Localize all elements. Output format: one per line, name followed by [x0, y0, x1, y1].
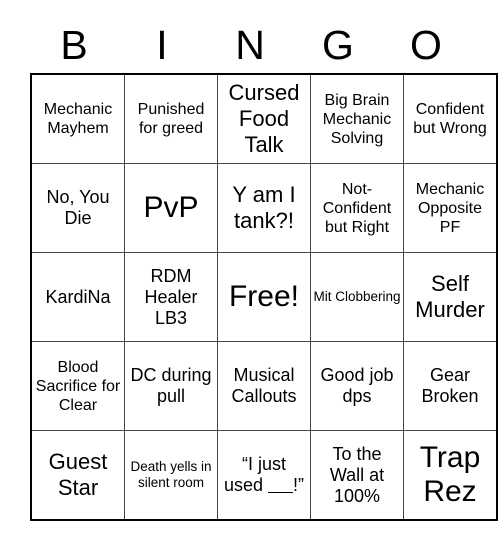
bingo-cell-text: Guest Star: [48, 449, 108, 500]
bingo-cell-text: “I just used !”: [223, 454, 305, 495]
bingo-grid: Mechanic Mayhem Punished for greed Curse…: [30, 73, 498, 521]
bingo-cell-text: Death yells in silent room: [130, 459, 212, 490]
bingo-header-letter-b: B: [60, 22, 88, 68]
bingo-cell-text: Y am I tank?!: [232, 182, 296, 233]
bingo-cell[interactable]: Trap Rez: [403, 430, 498, 521]
bingo-cell-text: Cursed Food Talk: [228, 80, 300, 157]
bingo-cell[interactable]: Big Brain Mechanic Solving: [310, 73, 404, 164]
bingo-card: B I N G O Mechanic Mayhem Punished for g…: [30, 18, 498, 521]
bingo-cell[interactable]: Punished for greed: [124, 73, 218, 164]
bingo-cell-text: Mechanic Opposite PF: [415, 180, 485, 236]
bingo-cell-text: No, You Die: [46, 187, 110, 228]
bingo-cell[interactable]: No, You Die: [30, 163, 125, 253]
bingo-cell-text: Punished for greed: [137, 101, 205, 137]
bingo-cell[interactable]: To the Wall at 100%: [310, 430, 404, 521]
bingo-cell-text: Trap Rez: [419, 441, 481, 508]
bingo-cell[interactable]: Blood Sacrifice for Clear: [30, 341, 125, 431]
bingo-cell[interactable]: DC during pull: [124, 341, 218, 431]
bingo-cell[interactable]: Death yells in silent room: [124, 430, 218, 521]
bingo-cell[interactable]: PvP: [124, 163, 218, 253]
bingo-cell-text: Mechanic Mayhem: [43, 101, 113, 137]
bingo-row: Mechanic Mayhem Punished for greed Curse…: [30, 73, 498, 164]
bingo-cell[interactable]: Musical Callouts: [217, 341, 311, 431]
bingo-cell-text: Free!: [228, 280, 300, 313]
bingo-cell[interactable]: Mit Clobbering: [310, 252, 404, 342]
bingo-cell[interactable]: Mechanic Mayhem: [30, 73, 125, 164]
bingo-cell[interactable]: Gear Broken: [403, 341, 498, 431]
bingo-cell[interactable]: Y am I tank?!: [217, 163, 311, 253]
bingo-cell-text: KardiNa: [45, 286, 111, 307]
bingo-row: Blood Sacrifice for Clear DC during pull…: [30, 341, 498, 431]
bingo-cell[interactable]: Good job dps: [310, 341, 404, 431]
bingo-cell-text: Big Brain Mechanic Solving: [322, 91, 392, 147]
bingo-cell-text: Mit Clobbering: [313, 289, 401, 304]
bingo-header-letter-o: O: [410, 22, 442, 68]
bingo-cell[interactable]: Confident but Wrong: [403, 73, 498, 164]
bingo-cell[interactable]: Mechanic Opposite PF: [403, 163, 498, 253]
bingo-cell[interactable]: Not-Confident but Right: [310, 163, 404, 253]
bingo-cell-text: DC during pull: [130, 365, 212, 406]
bingo-header-letter-i: I: [156, 22, 168, 68]
bingo-cell[interactable]: KardiNa: [30, 252, 125, 342]
bingo-header-letter-g: G: [322, 22, 354, 68]
bingo-cell-text: RDM Healer LB3: [144, 265, 198, 328]
bingo-header-letter-n: N: [235, 22, 265, 68]
bingo-cell[interactable]: Cursed Food Talk: [217, 73, 311, 164]
bingo-cell[interactable]: Self Murder: [403, 252, 498, 342]
bingo-row: Guest Star Death yells in silent room “I…: [30, 430, 498, 521]
bingo-cell-text: Confident but Wrong: [413, 101, 487, 137]
bingo-cell-text: Gear Broken: [421, 365, 479, 406]
fill-in-blank: [268, 475, 293, 495]
bingo-cell-text: Blood Sacrifice for Clear: [35, 358, 121, 414]
bingo-header: B I N G O: [30, 18, 470, 73]
bingo-cell[interactable]: Guest Star: [30, 430, 125, 521]
bingo-cell-text: To the Wall at 100%: [329, 443, 385, 506]
bingo-cell[interactable]: “I just used !”: [217, 430, 311, 521]
bingo-cell-text: Not-Confident but Right: [322, 180, 392, 236]
bingo-cell-text: Self Murder: [415, 271, 485, 322]
bingo-cell-text: Musical Callouts: [231, 365, 297, 406]
bingo-row: No, You Die PvP Y am I tank?! Not-Confid…: [30, 163, 498, 253]
bingo-cell[interactable]: RDM Healer LB3: [124, 252, 218, 342]
bingo-cell-text: Good job dps: [320, 365, 394, 406]
bingo-row: KardiNa RDM Healer LB3 Free! Mit Clobber…: [30, 252, 498, 342]
bingo-cell-free[interactable]: Free!: [217, 252, 311, 342]
bingo-cell-text: PvP: [143, 191, 199, 224]
